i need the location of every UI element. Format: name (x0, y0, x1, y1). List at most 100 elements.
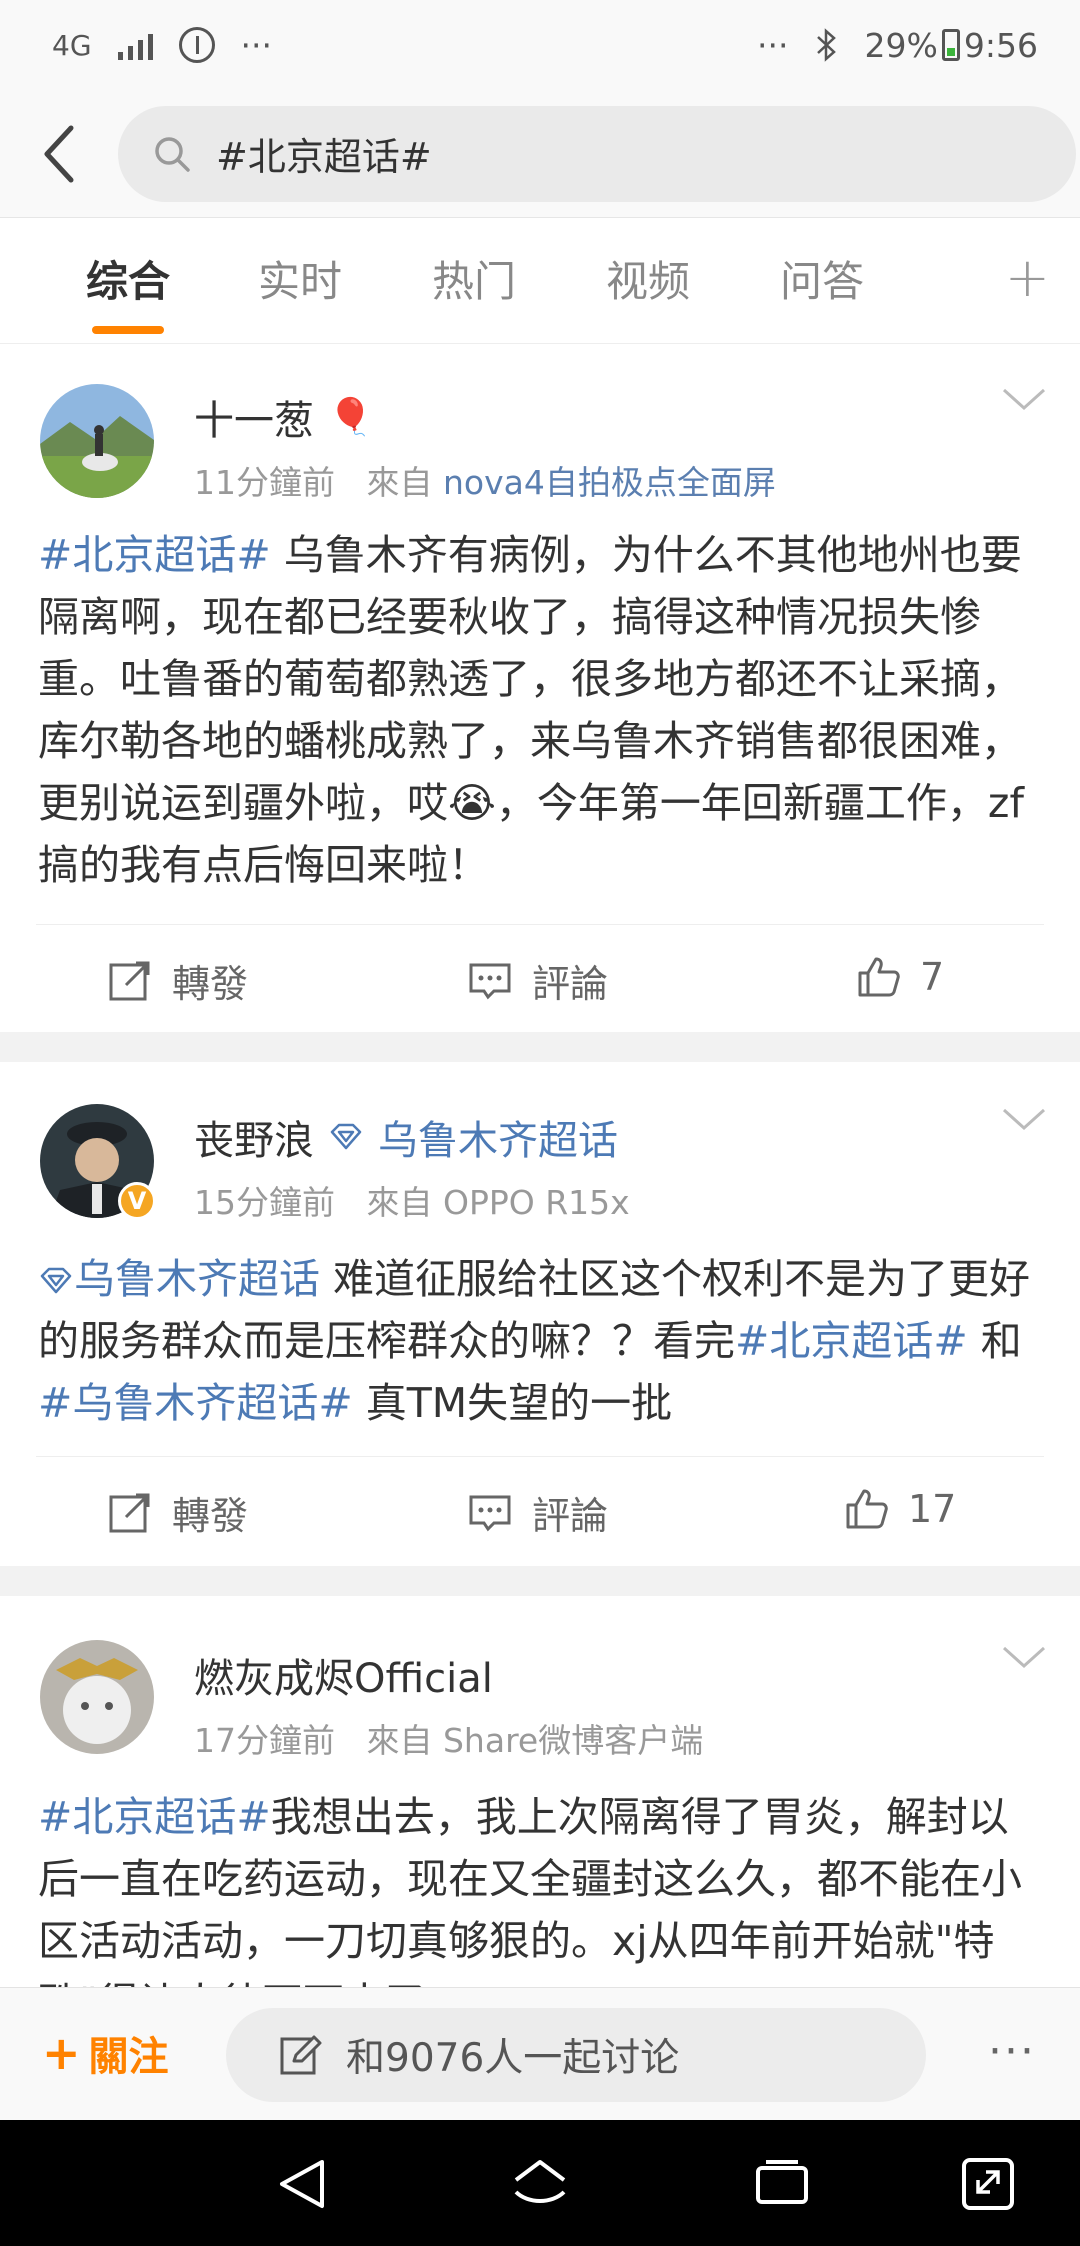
signal-icon (117, 30, 153, 60)
repost-button[interactable]: 轉發 (106, 953, 248, 1008)
post-source: OPPO R15x (442, 1183, 630, 1222)
hashtag-link[interactable]: #北京超话# (735, 1317, 968, 1365)
discuss-placeholder: 和9076人一起讨论 (346, 2036, 680, 2081)
tab-bar: 综合 实时 热门 视频 问答 + (0, 218, 1080, 344)
like-count: 17 (908, 1487, 957, 1531)
diamond-icon (40, 1267, 72, 1294)
search-input[interactable]: #北京超话# (118, 105, 1076, 202)
nav-recents-icon[interactable] (752, 2156, 812, 2212)
comment-icon (469, 963, 511, 999)
hashtag-link[interactable]: #北京超话# (38, 1793, 271, 1841)
avatar[interactable] (40, 384, 154, 498)
like-button[interactable]: 17 (842, 1485, 956, 1533)
post-content: #北京超话#我想出去，我上次隔离得了胃炎，解封以后一直在吃药运动，现在又全疆封这… (38, 1786, 1042, 1987)
bottom-bar: + 關注 和9076人一起讨论 ··· (0, 1987, 1080, 2120)
post-divider (0, 1566, 1080, 1596)
post-source[interactable]: nova4自拍极点全面屏 (443, 463, 776, 502)
follow-button[interactable]: + 關注 (42, 2024, 169, 2082)
post-meta: 17分鐘前 來自 Share微博客户端 (194, 1714, 703, 1762)
plus-icon: + (42, 2026, 81, 2080)
source-label: 來自 (366, 463, 433, 502)
network-indicator: 4G (52, 28, 92, 62)
tab-视频[interactable]: 视频 (606, 248, 690, 309)
thumbs-up-icon (846, 1489, 888, 1529)
post-time: 11分鐘前 (194, 463, 335, 502)
verified-badge-icon: V (118, 1182, 156, 1220)
repost-button[interactable]: 轉發 (106, 1485, 248, 1540)
plus-icon[interactable]: + (1005, 246, 1050, 309)
post-card: 十一葱 🎈 11分鐘前 來自 nova4自拍极点全面屏 #北京超话# 乌鲁木齐有… (0, 344, 1080, 1032)
active-tab-indicator (92, 326, 164, 334)
post-text: 真TM失望的一批 (352, 1379, 673, 1427)
post-actions: 轉發 評論 7 (36, 924, 1044, 1034)
back-icon[interactable] (24, 119, 94, 189)
username-text: 十一葱 (194, 398, 314, 444)
post-content: 乌鲁木齐超话 难道征服给社区这个权利不是为了更好的服务群众而是压榨群众的嘛？？看… (38, 1248, 1042, 1434)
post-card: V 丧野浪 乌鲁木齐超话 15分鐘前 來自 OPPO R15x 乌鲁木齐超话 难… (0, 1062, 1080, 1566)
crying-emoji-icon: 😭 (448, 779, 496, 827)
battery-percent: 29% (864, 25, 938, 65)
clock: 9:56 (963, 25, 1038, 65)
notification-icon (178, 27, 215, 63)
username[interactable]: 十一葱 🎈 (194, 388, 373, 446)
bluetooth-icon (816, 28, 836, 62)
status-dots-left: ··· (240, 25, 272, 65)
discuss-input[interactable]: 和9076人一起讨论 (226, 2008, 926, 2102)
search-header: #北京超话# (0, 90, 1080, 218)
chevron-down-icon[interactable] (1000, 384, 1048, 414)
repost-label: 轉發 (172, 1494, 249, 1538)
status-bar: 4G ··· ··· 29% 9:56 (0, 0, 1080, 90)
chevron-down-icon[interactable] (1000, 1104, 1048, 1134)
tab-问答[interactable]: 问答 (780, 248, 864, 309)
diamond-icon (330, 1123, 362, 1150)
comment-button[interactable]: 評論 (466, 1485, 608, 1540)
post-source: Share微博客户端 (442, 1721, 704, 1760)
post-card: 燃灰成烬Official 17分鐘前 來自 Share微博客户端 #北京超话#我… (0, 1596, 1080, 1987)
post-meta: 11分鐘前 來自 nova4自拍极点全面屏 (194, 456, 776, 504)
edit-icon (280, 2035, 322, 2075)
chevron-down-icon[interactable] (1000, 1642, 1048, 1672)
username[interactable]: 燃灰成烬Official (194, 1646, 493, 1704)
thumbs-up-icon (858, 957, 900, 997)
post-time: 17分鐘前 (194, 1721, 335, 1760)
comment-icon (469, 1495, 511, 1531)
post-text: 和 (967, 1317, 1022, 1365)
supertopic-link[interactable]: 乌鲁木齐超话 (378, 1108, 618, 1166)
username-text: 燃灰成烬Official (194, 1656, 493, 1702)
username[interactable]: 丧野浪 乌鲁木齐超话 (194, 1108, 618, 1166)
system-nav-bar (0, 2120, 1080, 2246)
like-count: 7 (920, 955, 945, 999)
status-dots-right: ··· (757, 25, 789, 65)
battery-icon (941, 29, 960, 61)
avatar[interactable] (40, 1640, 154, 1754)
comment-label: 評論 (532, 962, 609, 1006)
balloon-badge-icon: 🎈 (328, 397, 373, 438)
follow-label: 關注 (88, 2034, 169, 2080)
like-button[interactable]: 7 (854, 953, 944, 1001)
nav-home-icon[interactable] (510, 2156, 570, 2212)
comment-button[interactable]: 評論 (466, 953, 608, 1008)
source-label: 來自 (366, 1183, 433, 1222)
post-content: #北京超话# 乌鲁木齐有病例，为什么不其他地州也要隔离啊，现在都已经要秋收了，搞… (38, 524, 1042, 896)
post-meta: 15分鐘前 來自 OPPO R15x (194, 1176, 630, 1224)
search-icon (155, 136, 190, 172)
tab-综合[interactable]: 综合 (86, 248, 170, 309)
more-icon[interactable]: ··· (988, 2026, 1036, 2077)
post-time: 15分鐘前 (194, 1183, 335, 1222)
hashtag-link[interactable]: #北京超话# (38, 531, 271, 579)
comment-label: 評論 (532, 1494, 609, 1538)
repost-icon (109, 961, 150, 1000)
repost-label: 轉發 (172, 962, 249, 1006)
search-query: #北京超话# (216, 135, 432, 179)
source-label: 來自 (366, 1721, 433, 1760)
post-divider (0, 1032, 1080, 1062)
repost-icon (109, 1493, 150, 1532)
post-actions: 轉發 評論 17 (36, 1456, 1044, 1566)
nav-back-icon[interactable] (272, 2156, 332, 2212)
hashtag-link[interactable]: #乌鲁木齐超话# (38, 1379, 353, 1427)
supertopic-link[interactable]: 乌鲁木齐超话 (74, 1255, 320, 1303)
tab-热门[interactable]: 热门 (432, 248, 516, 309)
username-text: 丧野浪 (194, 1118, 314, 1164)
tab-实时[interactable]: 实时 (258, 248, 342, 309)
nav-expand-icon[interactable] (958, 2156, 1018, 2212)
